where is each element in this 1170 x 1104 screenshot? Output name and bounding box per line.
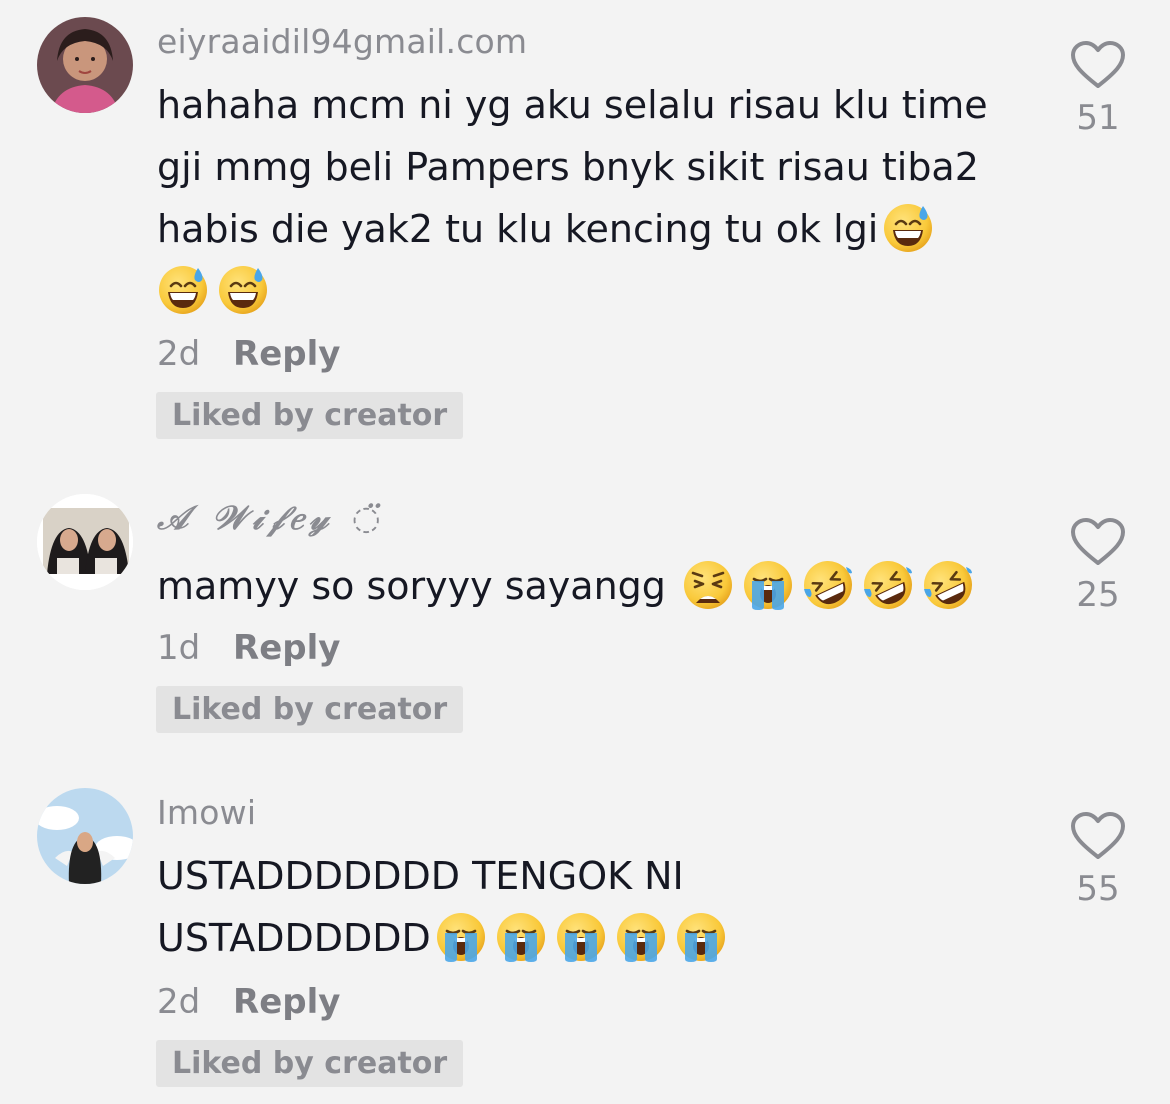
comment-text: mamyy so soryyy sayangg (157, 555, 1017, 617)
avatar[interactable] (37, 788, 133, 884)
heart-icon[interactable] (1070, 811, 1126, 861)
reply-button[interactable]: Reply (233, 334, 340, 374)
comment-meta: 1d Reply (157, 628, 340, 668)
rofl-emoji (922, 559, 974, 611)
rofl-emoji (862, 559, 914, 611)
like-button[interactable]: 25 (1060, 517, 1136, 615)
comment-text-line: USTADDDDDD (157, 907, 1017, 969)
loudly-crying-emoji (675, 911, 727, 963)
heart-icon[interactable] (1070, 517, 1126, 567)
comment-text-line: habis die yak2 tu klu kencing tu ok lgi (157, 198, 1017, 260)
comment-username[interactable]: Imowi (157, 793, 256, 832)
comment-meta: 2d Reply (157, 334, 340, 374)
like-count: 51 (1076, 98, 1120, 138)
liked-by-creator-badge: Liked by creator (156, 686, 464, 733)
comment-username[interactable]: 𝒜 𝒲𝒾𝒻𝑒𝓎 ◌̈ (157, 498, 387, 538)
comment-timestamp: 2d (157, 982, 201, 1022)
like-button[interactable]: 55 (1060, 811, 1136, 909)
comment-text-line: gji mmg beli Pampers bnyk sikit risau ti… (157, 145, 979, 189)
loudly-crying-emoji (742, 559, 794, 611)
loudly-crying-emoji (435, 911, 487, 963)
comment-text-line: USTADDDDDDD TENGOK NI (157, 854, 684, 898)
like-count: 55 (1076, 869, 1120, 909)
comment-text: USTADDDDDDD TENGOK NI USTADDDDDD (157, 845, 1017, 969)
comment-timestamp: 1d (157, 628, 201, 668)
reply-button[interactable]: Reply (233, 982, 340, 1022)
comment-text: hahaha mcm ni yg aku selalu risau klu ti… (157, 74, 1017, 322)
like-count: 25 (1076, 575, 1120, 615)
like-button[interactable]: 51 (1060, 40, 1136, 138)
loudly-crying-emoji (495, 911, 547, 963)
loudly-crying-emoji (615, 911, 667, 963)
avatar[interactable] (37, 17, 133, 113)
heart-icon[interactable] (1070, 40, 1126, 90)
grinning-sweat-emoji (157, 264, 209, 316)
liked-by-creator-badge: Liked by creator (156, 1040, 464, 1087)
weary-face-emoji (682, 559, 734, 611)
comment-timestamp: 2d (157, 334, 201, 374)
comment-text-line: hahaha mcm ni yg aku selalu risau klu ti… (157, 83, 988, 127)
rofl-emoji (802, 559, 854, 611)
grinning-sweat-emoji (882, 202, 934, 254)
reply-button[interactable]: Reply (233, 628, 340, 668)
comment-username[interactable]: eiyraaidil94gmail.com (157, 22, 527, 61)
liked-by-creator-badge: Liked by creator (156, 392, 464, 439)
comment-emoji-line (157, 260, 1017, 322)
comment-meta: 2d Reply (157, 982, 340, 1022)
grinning-sweat-emoji (217, 264, 269, 316)
comment-text-line: mamyy so soryyy sayangg (157, 555, 1017, 617)
avatar[interactable] (37, 494, 133, 590)
loudly-crying-emoji (555, 911, 607, 963)
